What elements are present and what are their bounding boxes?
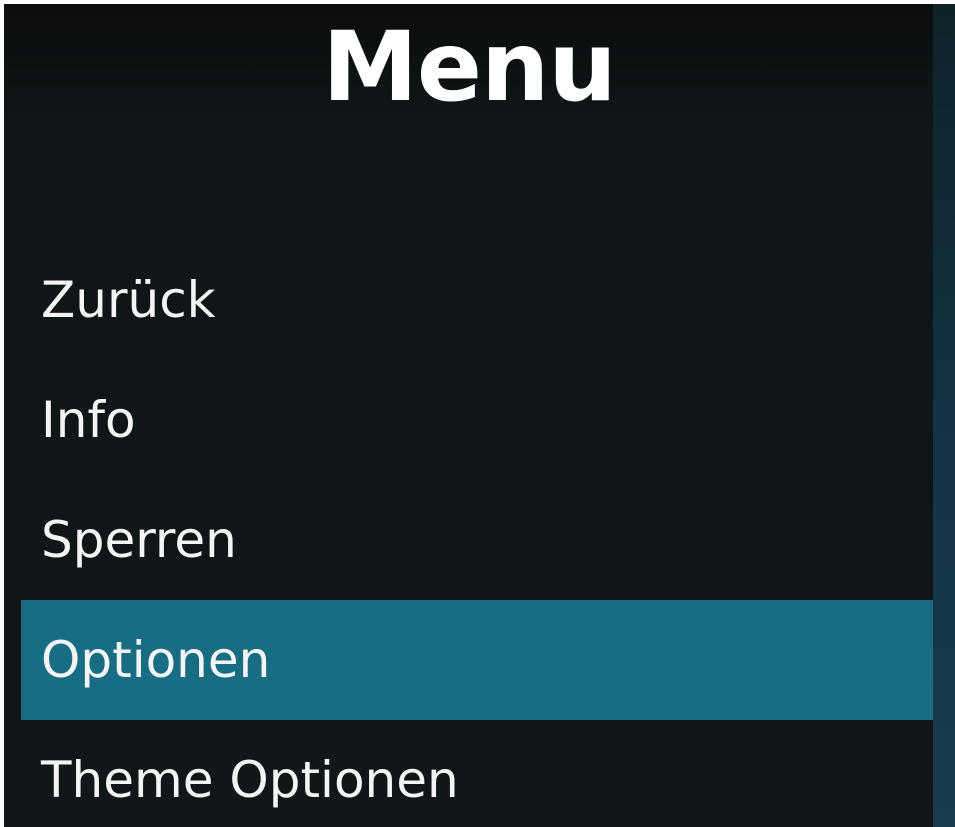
menu-item-optionen[interactable]: Optionen	[21, 600, 933, 720]
menu-item-label: Optionen	[41, 631, 271, 689]
menu-item-info[interactable]: Info	[21, 360, 933, 480]
menu-list: Zurück Info Sperren Optionen Theme Optio…	[21, 240, 933, 827]
menu-item-label: Sperren	[41, 511, 237, 569]
menu-item-label: Theme Optionen	[41, 751, 459, 809]
menu-item-label: Zurück	[41, 271, 216, 329]
menu-item-sperren[interactable]: Sperren	[21, 480, 933, 600]
menu-item-theme-optionen[interactable]: Theme Optionen	[21, 720, 933, 827]
screen-frame: Menu Zurück Info Sperren Optionen Theme …	[0, 0, 955, 827]
menu-item-zurueck[interactable]: Zurück	[21, 240, 933, 360]
menu-item-label: Info	[41, 391, 136, 449]
side-panel-edge	[933, 4, 955, 827]
menu-panel: Menu Zurück Info Sperren Optionen Theme …	[4, 4, 955, 827]
page-title: Menu	[322, 11, 616, 123]
